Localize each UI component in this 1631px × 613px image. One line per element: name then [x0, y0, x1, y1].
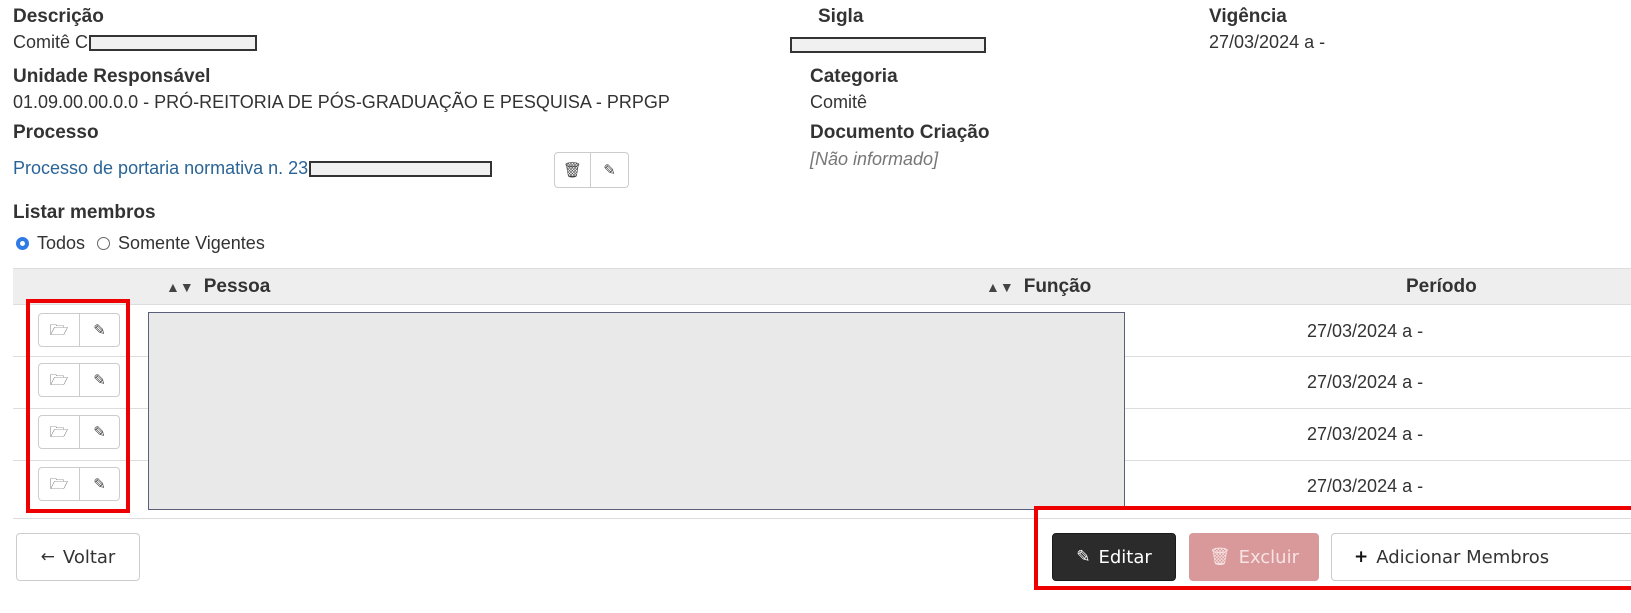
processo-label: Processo: [13, 122, 99, 143]
categoria-label: Categoria: [810, 66, 898, 87]
unidade-label: Unidade Responsável: [13, 66, 211, 87]
redacted-block: [89, 35, 258, 52]
documento-label: Documento Criação: [810, 122, 990, 143]
column-header-periodo[interactable]: Período: [1406, 276, 1477, 298]
editar-button[interactable]: ✎ Editar: [1052, 533, 1176, 581]
sort-icon: ▲▼: [986, 279, 1014, 295]
processo-link[interactable]: Processo de portaria normativa n. 23: [13, 158, 493, 179]
radio-somente-vigentes[interactable]: [97, 237, 111, 250]
edit-processo-button[interactable]: ✎: [591, 152, 629, 188]
column-header-funcao[interactable]: ▲▼ Função: [986, 276, 1091, 298]
table-cell-periodo: 27/03/2024 a -: [1307, 321, 1424, 341]
descricao-label: Descrição: [13, 6, 104, 27]
redacted-members-block: [148, 312, 1125, 510]
vigencia-label: Vigência: [1209, 6, 1287, 27]
sort-icon: ▲▼: [166, 279, 194, 295]
categoria-value: Comitê: [810, 92, 868, 112]
table-cell-periodo: 27/03/2024 a -: [1307, 476, 1424, 496]
table-cell-periodo: 27/03/2024 a -: [1307, 372, 1424, 392]
sigla-value-redacted: [790, 37, 986, 53]
arrow-left-icon: ←: [40, 547, 55, 567]
delete-processo-button[interactable]: 🗑: [554, 152, 591, 188]
excluir-button[interactable]: 🗑 Excluir: [1189, 533, 1319, 581]
descricao-value: Comitê C: [13, 32, 258, 53]
radio-somente-vigentes-label[interactable]: Somente Vigentes: [118, 233, 265, 254]
processo-actions: 🗑 ✎: [554, 152, 629, 188]
listar-radio-group: Todos Somente Vigentes: [16, 233, 265, 254]
radio-todos-label[interactable]: Todos: [37, 233, 85, 254]
trash-icon: 🗑: [1208, 547, 1231, 567]
documento-value: [Não informado]: [810, 149, 939, 169]
highlight-box: [26, 299, 130, 513]
table-cell-periodo: 27/03/2024 a -: [1307, 424, 1424, 444]
column-header-pessoa[interactable]: ▲▼ Pessoa: [166, 276, 270, 298]
edit-icon: ✎: [1076, 547, 1091, 567]
listar-label: Listar membros: [13, 202, 156, 223]
redacted-block: [309, 161, 493, 178]
sigla-label: Sigla: [818, 6, 864, 27]
radio-todos[interactable]: [16, 237, 29, 250]
adicionar-membros-button[interactable]: + Adicionar Membros: [1331, 533, 1631, 581]
voltar-button[interactable]: ← Voltar: [16, 533, 140, 581]
plus-icon: +: [1354, 547, 1369, 567]
trash-icon: 🗑: [562, 160, 583, 179]
unidade-value: 01.09.00.00.0.0 - PRÓ-REITORIA DE PÓS-GR…: [13, 92, 670, 112]
vigencia-value: 27/03/2024 a -: [1209, 32, 1326, 52]
edit-icon: ✎: [603, 160, 616, 179]
